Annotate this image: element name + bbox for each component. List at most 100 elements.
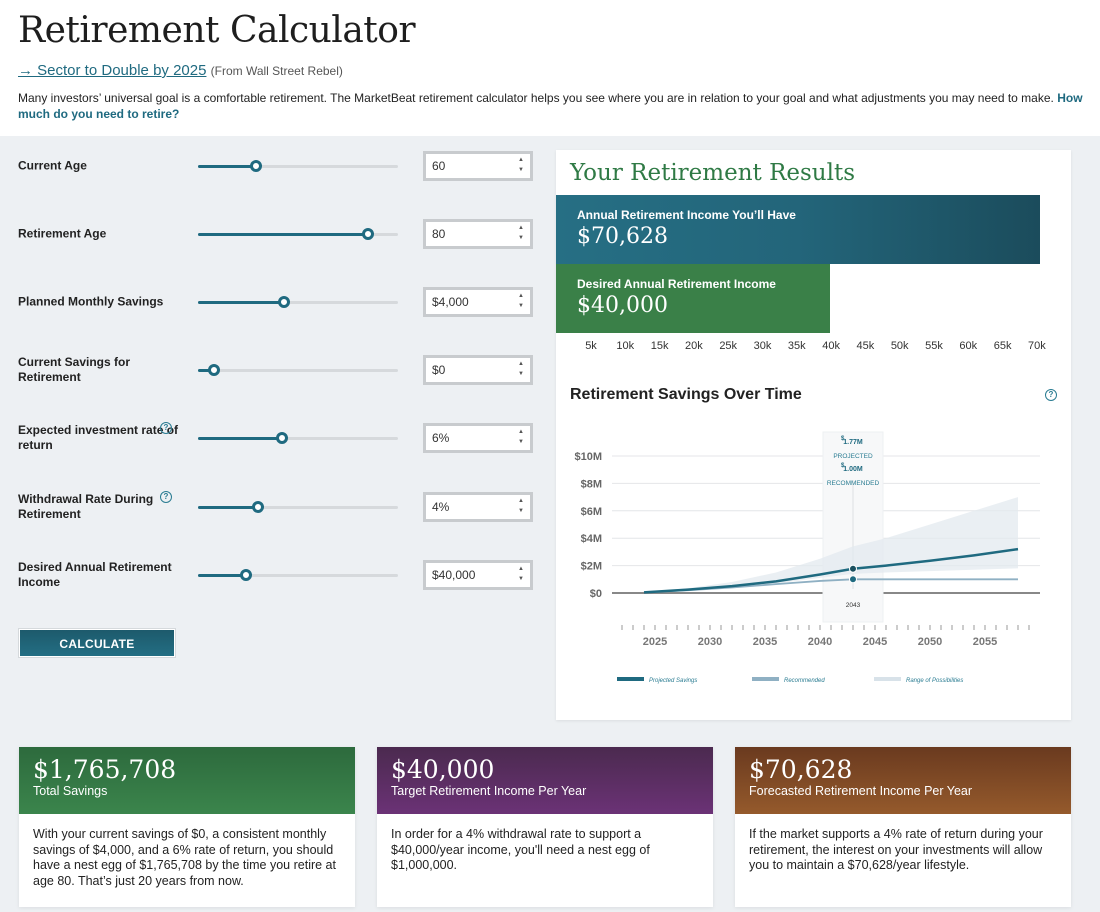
card-value: $70,628 [749, 755, 853, 784]
spin-down-icon[interactable]: ▼ [516, 437, 526, 447]
spin-up-icon[interactable]: ▲ [516, 359, 526, 369]
field-label: Planned Monthly Savings [18, 294, 164, 309]
field-number-input[interactable]: ▲▼ [423, 492, 533, 522]
income-axis-tick: 15k [650, 340, 669, 352]
income-have-value: $70,628 [577, 224, 668, 249]
income-axis-tick: 10k [616, 340, 635, 352]
spin-up-icon[interactable]: ▲ [516, 564, 526, 574]
field-number-input[interactable]: ▲▼ [423, 219, 533, 249]
promo-line: → Sector to Double by 2025 (From Wall St… [18, 62, 343, 79]
field-input[interactable] [432, 293, 512, 311]
field-slider[interactable] [198, 501, 398, 513]
income-desired-bar: Desired Annual Retirement Income $40,000 [556, 264, 830, 333]
field-input[interactable] [432, 566, 512, 584]
x-tick-label: 2030 [698, 636, 722, 648]
results-title: Your Retirement Results [570, 160, 856, 186]
slider-fill [198, 574, 246, 577]
field-row: Withdrawal Rate During Retirement? ▲▼ [18, 487, 538, 527]
field-input[interactable] [432, 361, 512, 379]
spin-up-icon[interactable]: ▲ [516, 291, 526, 301]
spinner[interactable]: ▲ ▼ [516, 223, 526, 245]
field-slider[interactable] [198, 296, 398, 308]
field-label: Desired Annual Retirement Income [18, 560, 172, 589]
field-slider[interactable] [198, 364, 398, 376]
field-number-input[interactable]: ▲▼ [423, 151, 533, 181]
field-row: Current Age ▲▼ [18, 146, 538, 186]
slider-thumb[interactable] [240, 569, 252, 581]
y-tick-label: $10M [574, 451, 602, 463]
intro-text: Many investors’ universal goal is a comf… [18, 91, 1058, 105]
slider-thumb[interactable] [362, 228, 374, 240]
field-number-input[interactable]: ▲▼ [423, 560, 533, 590]
help-icon[interactable]: ? [160, 491, 172, 503]
chart-help-icon[interactable]: ? [1045, 389, 1057, 401]
spin-down-icon[interactable]: ▼ [516, 574, 526, 584]
spin-down-icon[interactable]: ▼ [516, 301, 526, 311]
spin-down-icon[interactable]: ▼ [516, 506, 526, 516]
slider-thumb[interactable] [276, 432, 288, 444]
slider-fill [198, 165, 256, 168]
field-input[interactable] [432, 429, 512, 447]
spin-up-icon[interactable]: ▲ [516, 155, 526, 165]
x-tick-label: 2055 [973, 636, 997, 648]
y-tick-label: $4M [581, 533, 602, 545]
spin-down-icon[interactable]: ▼ [516, 165, 526, 175]
slider-thumb[interactable] [208, 364, 220, 376]
spin-up-icon[interactable]: ▲ [516, 223, 526, 233]
tooltip-recommended-label: RECOMMENDED [827, 480, 880, 487]
help-icon[interactable]: ? [160, 422, 172, 434]
spin-down-icon[interactable]: ▼ [516, 233, 526, 243]
projected-point[interactable] [849, 564, 857, 573]
spin-down-icon[interactable]: ▼ [516, 369, 526, 379]
tooltip-projected-value: 1.77M [843, 439, 863, 446]
income-have-label: Annual Retirement Income You’ll Have [577, 208, 796, 222]
legend-swatch [752, 677, 779, 681]
promo-link[interactable]: → Sector to Double by 2025 [18, 62, 206, 79]
field-slider[interactable] [198, 432, 398, 444]
spin-up-icon[interactable]: ▲ [516, 496, 526, 506]
field-number-input[interactable]: ▲▼ [423, 355, 533, 385]
spinner[interactable]: ▲ ▼ [516, 427, 526, 449]
slider-track [198, 369, 398, 372]
field-number-input[interactable]: ▲▼ [423, 423, 533, 453]
card-description: If the market supports a 4% rate of retu… [749, 827, 1043, 872]
income-axis-tick: 50k [890, 340, 909, 352]
slider-thumb[interactable] [252, 501, 264, 513]
slider-fill [198, 506, 258, 509]
card-header: $1,765,708 Total Savings [19, 747, 355, 814]
field-input[interactable] [432, 157, 512, 175]
intro-paragraph: Many investors’ universal goal is a comf… [18, 90, 1088, 122]
calculate-button[interactable]: CALCULATE [19, 629, 175, 657]
income-axis-tick: 55k [925, 340, 943, 352]
field-input[interactable] [432, 225, 512, 243]
spinner[interactable]: ▲ ▼ [516, 496, 526, 518]
spinner[interactable]: ▲ ▼ [516, 359, 526, 381]
spinner[interactable]: ▲ ▼ [516, 564, 526, 586]
x-tick-label: 2040 [808, 636, 832, 648]
field-input[interactable] [432, 498, 512, 516]
field-slider[interactable] [198, 160, 398, 172]
slider-thumb[interactable] [278, 296, 290, 308]
field-slider[interactable] [198, 569, 398, 581]
summary-card: $40,000 Target Retirement Income Per Year… [377, 747, 713, 907]
slider-thumb[interactable] [250, 160, 262, 172]
field-number-input[interactable]: ▲▼ [423, 287, 533, 317]
income-axis-tick: 45k [856, 340, 875, 352]
spinner[interactable]: ▲ ▼ [516, 155, 526, 177]
tooltip-year: 2043 [846, 602, 861, 609]
tooltip-recommended-value: 1.00M [843, 466, 863, 473]
y-tick-label: $6M [581, 506, 602, 518]
spinner[interactable]: ▲ ▼ [516, 291, 526, 313]
income-axis-tick: 5k [585, 340, 597, 352]
field-slider[interactable] [198, 228, 398, 240]
legend-label: Projected Savings [649, 678, 697, 684]
x-tick-label: 2045 [863, 636, 887, 648]
x-tick-label: 2050 [918, 636, 942, 648]
card-label: Forecasted Retirement Income Per Year [749, 784, 973, 798]
card-header: $40,000 Target Retirement Income Per Year [377, 747, 713, 814]
x-tick-label: 2025 [643, 636, 667, 648]
spin-up-icon[interactable]: ▲ [516, 427, 526, 437]
slider-fill [198, 437, 282, 440]
income-axis-tick: 30k [753, 340, 772, 352]
recommended-point[interactable] [849, 575, 857, 584]
